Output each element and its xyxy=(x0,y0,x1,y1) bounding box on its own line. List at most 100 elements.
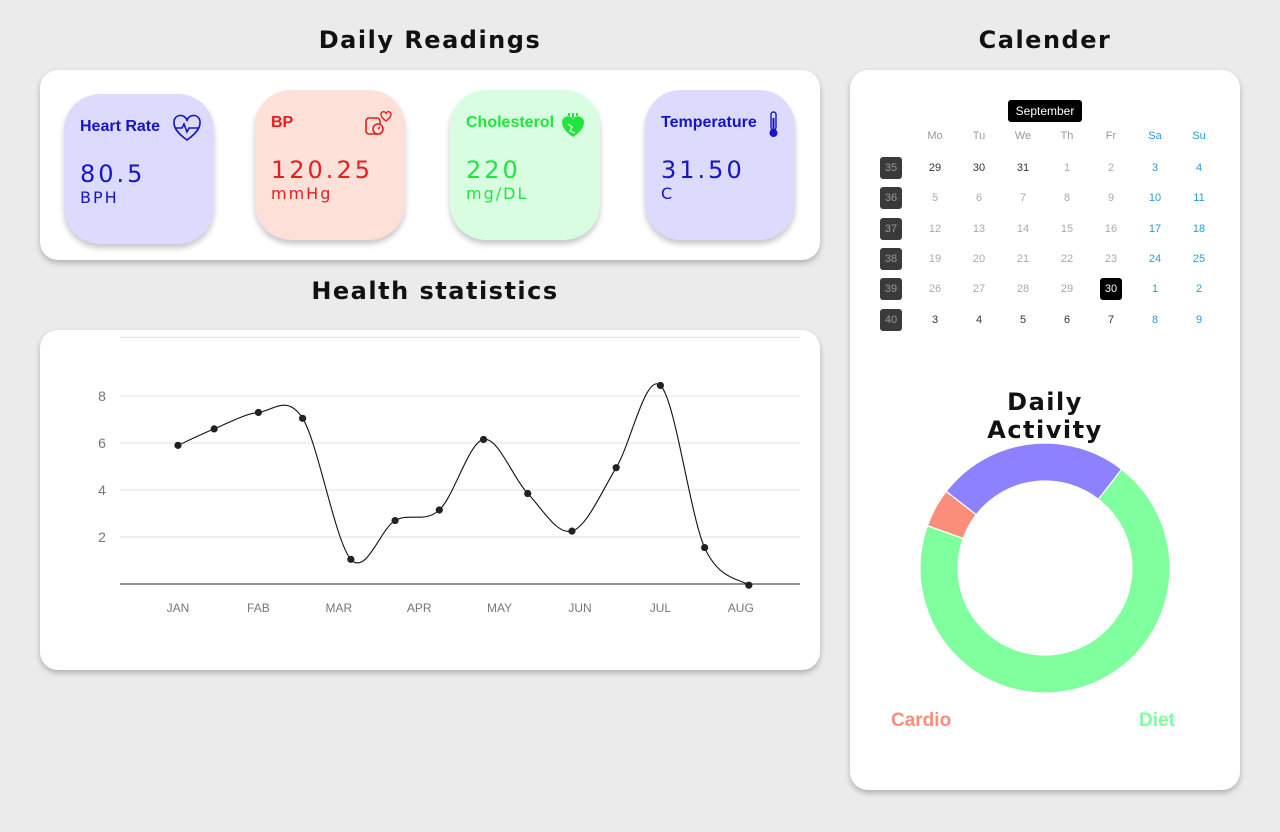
health-chart-panel: 2 4 6 8 JAN FAB MAR APR MAY JUN JUL AUG xyxy=(40,330,820,670)
calendar-day[interactable]: 14 xyxy=(1008,218,1038,240)
calendar-day[interactable]: 21 xyxy=(1008,248,1038,270)
blood-pressure-icon xyxy=(365,111,392,135)
calendar-day[interactable]: 4 xyxy=(964,309,994,331)
weekday-label: Fr xyxy=(1105,130,1117,142)
calendar-day[interactable]: 5 xyxy=(1008,309,1038,331)
thermometer-icon xyxy=(769,111,778,137)
y-tick-label: 2 xyxy=(98,529,106,545)
calendar-day[interactable]: 11 xyxy=(1184,187,1214,209)
data-point xyxy=(568,527,576,535)
reading-unit: C xyxy=(661,184,675,203)
reading-value: 120.25 xyxy=(271,156,373,184)
daily-readings-title: Daily Readings xyxy=(318,26,542,54)
weekday-label: Th xyxy=(1060,130,1074,142)
calendar-day-selected[interactable]: 30 xyxy=(1096,278,1126,301)
daily-activity-title: Daily Activity xyxy=(987,388,1103,444)
data-point xyxy=(479,435,488,444)
calendar-day[interactable]: 15 xyxy=(1052,218,1082,240)
calendar-day[interactable]: 20 xyxy=(964,248,994,270)
calendar-day[interactable]: 27 xyxy=(964,278,994,300)
data-point xyxy=(391,516,399,525)
x-tick-label: MAY xyxy=(487,601,512,615)
calendar-day[interactable]: 2 xyxy=(1096,157,1126,179)
calendar-day[interactable]: 4 xyxy=(1184,157,1214,179)
heart-pulse-icon xyxy=(173,114,201,141)
calendar-day[interactable]: 1 xyxy=(1140,278,1170,300)
daily-readings-panel: Heart Rate 80.5 BPH BP 120.25 mmHg Chole… xyxy=(40,70,820,260)
weekday-label: We xyxy=(1014,130,1032,142)
donut-slice-other xyxy=(945,442,1123,516)
calendar-day[interactable]: 9 xyxy=(1096,187,1126,209)
data-point xyxy=(612,464,620,472)
heart-organ-icon xyxy=(562,113,584,137)
cholesterol-card[interactable]: Cholesterol 220 mg/DL xyxy=(450,90,600,240)
data-point xyxy=(254,408,262,417)
reading-unit: mmHg xyxy=(271,184,333,203)
reading-unit: mg/DL xyxy=(466,184,529,203)
calendar-day[interactable]: 30 xyxy=(964,157,994,179)
data-point xyxy=(435,506,443,514)
data-point xyxy=(299,414,307,422)
data-point xyxy=(174,441,182,449)
calendar-day[interactable]: 13 xyxy=(964,218,994,240)
calendar-day[interactable]: 29 xyxy=(920,157,950,179)
calendar-day[interactable]: 19 xyxy=(920,248,950,270)
weekday-label: Mo xyxy=(927,130,943,142)
data-point xyxy=(656,381,665,390)
calendar-day[interactable]: 31 xyxy=(1008,157,1038,179)
health-statistics-title: Health statistics xyxy=(311,277,559,305)
calendar-day[interactable]: 7 xyxy=(1008,187,1038,209)
heart-rate-card[interactable]: Heart Rate 80.5 BPH xyxy=(64,94,214,244)
week-number: 38 xyxy=(880,247,902,270)
x-tick-label: FAB xyxy=(247,601,270,615)
reading-unit: BPH xyxy=(80,188,119,207)
week-number: 35 xyxy=(880,157,902,179)
calendar-day[interactable]: 6 xyxy=(964,187,994,209)
calendar-day[interactable]: 16 xyxy=(1096,218,1126,240)
calendar-day[interactable]: 1 xyxy=(1052,157,1082,179)
weekday-label: Sa xyxy=(1148,130,1162,142)
data-point xyxy=(524,489,532,498)
calendar-day[interactable]: 3 xyxy=(1140,157,1170,179)
calendar-day[interactable]: 9 xyxy=(1184,309,1214,331)
health-line-chart: 2 4 6 8 JAN FAB MAR APR MAY JUN JUL AUG xyxy=(98,336,800,615)
calendar-day[interactable]: 2 xyxy=(1184,278,1214,300)
calendar-day[interactable]: 26 xyxy=(920,278,950,300)
data-point xyxy=(347,555,355,563)
reading-value: 80.5 xyxy=(80,160,146,188)
calendar-day[interactable]: 8 xyxy=(1140,309,1170,331)
month-label[interactable]: September xyxy=(1008,100,1082,122)
series-line xyxy=(177,383,750,586)
calendar-day[interactable]: 8 xyxy=(1052,187,1082,209)
calendar-day[interactable]: 3 xyxy=(920,309,950,331)
calendar-day[interactable]: 10 xyxy=(1140,187,1170,209)
y-tick-label: 8 xyxy=(98,388,106,404)
calendar-day[interactable]: 23 xyxy=(1096,248,1126,270)
calendar-day[interactable]: 24 xyxy=(1140,248,1170,270)
calendar-day[interactable]: 29 xyxy=(1052,278,1082,300)
calendar-day[interactable]: 12 xyxy=(920,218,950,240)
x-tick-label: JUN xyxy=(568,601,591,615)
bp-card[interactable]: BP 120.25 mmHg xyxy=(255,90,405,240)
calendar-day[interactable]: 25 xyxy=(1184,248,1214,270)
x-tick-label: JAN xyxy=(167,601,190,615)
y-tick-label: 4 xyxy=(98,482,106,498)
calendar-day[interactable]: 18 xyxy=(1184,218,1214,240)
activity-donut-chart xyxy=(919,442,1171,694)
x-tick-label: AUG xyxy=(728,601,754,615)
data-point xyxy=(210,425,218,433)
temperature-card[interactable]: Temperature 31.50 C xyxy=(645,90,795,240)
week-number: 37 xyxy=(880,217,902,240)
calendar-day[interactable]: 7 xyxy=(1096,309,1126,331)
calendar-day[interactable]: 5 xyxy=(920,187,950,209)
calendar-day[interactable]: 28 xyxy=(1008,278,1038,300)
calendar-day[interactable]: 22 xyxy=(1052,248,1082,270)
calendar-day[interactable]: 17 xyxy=(1140,218,1170,240)
data-point xyxy=(745,581,753,589)
week-number: 39 xyxy=(880,278,902,301)
weekday-label: Su xyxy=(1192,130,1206,142)
calendar-day[interactable]: 6 xyxy=(1052,309,1082,331)
reading-value: 31.50 xyxy=(661,156,745,184)
reading-value: 220 xyxy=(466,156,521,184)
day-number: 30 xyxy=(1100,278,1122,301)
